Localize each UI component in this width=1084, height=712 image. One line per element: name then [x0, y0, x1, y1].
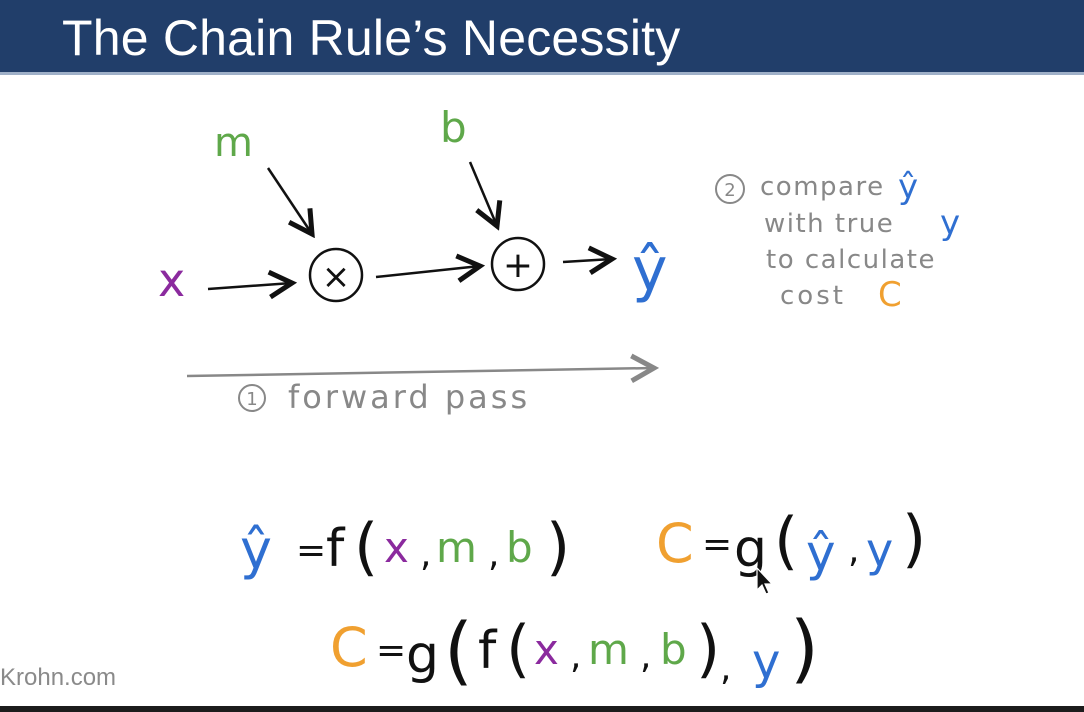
eq1-comma-1: ,	[420, 534, 431, 575]
compare-cost-c: C	[878, 275, 902, 315]
eq1-equals: =	[296, 530, 326, 571]
arrow-multiply-to-add	[375, 266, 480, 277]
eq2-open-paren: (	[774, 504, 798, 577]
eq3-lhs-c: C	[330, 616, 368, 679]
forward-pass-label: forward pass	[288, 378, 530, 416]
step-2-number: 2	[724, 180, 735, 201]
graph-param-m: m	[214, 120, 253, 166]
eq3-comma-1: ,	[570, 636, 581, 677]
eq1-function-f: f	[326, 519, 346, 579]
eq2-arg-yhat: ŷ	[806, 524, 836, 582]
eq1-close-paren: )	[546, 510, 570, 583]
eq2-equals: =	[702, 524, 732, 565]
graph-input-x: x	[158, 253, 185, 307]
computational-graph: x m × b + ŷ	[158, 103, 668, 307]
eq2-comma: ,	[848, 530, 859, 571]
arrow-b-to-add	[468, 161, 497, 226]
compare-line-3: to calculate	[766, 245, 936, 275]
compare-line-4: cost	[780, 281, 846, 311]
eq3-inner-function-f: f	[478, 621, 498, 681]
compare-line-2: with true	[764, 209, 894, 239]
eq3-inner-close-paren: )	[696, 612, 720, 685]
eq3-arg-x: x	[534, 625, 559, 674]
eq1-lhs-yhat: ŷ	[240, 518, 272, 581]
eq1-arg-m: m	[436, 523, 477, 572]
diagram-canvas: x m × b + ŷ 1 forward pass 2 compare ŷ w…	[158, 103, 960, 694]
eq3-comma-3: ,	[720, 648, 731, 689]
add-node-symbol: +	[503, 245, 533, 286]
multiply-node-symbol: ×	[322, 257, 351, 297]
eq3-arg-y: y	[752, 634, 780, 690]
eq3-inner-open-paren: (	[506, 612, 530, 685]
eq3-arg-m: m	[588, 625, 629, 674]
eq3-comma-2: ,	[640, 636, 651, 677]
forward-pass-arrow	[186, 368, 654, 376]
eq2-close-paren: )	[902, 502, 926, 575]
eq1-open-paren: (	[354, 510, 378, 583]
compare-true-y: y	[940, 203, 960, 243]
eq3-equals: =	[376, 630, 406, 671]
eq3-open-paren: (	[444, 608, 473, 694]
compare-note: 2 compare ŷ with true y to calculate cos…	[715, 167, 960, 315]
compare-yhat: ŷ	[898, 167, 918, 207]
eq1-arg-b: b	[506, 523, 533, 572]
arrow-x-to-multiply	[207, 283, 292, 289]
step-1-number: 1	[246, 389, 257, 410]
equation-cost: C = g ( ŷ , y )	[656, 502, 926, 582]
bottom-edge-bar	[0, 706, 1084, 712]
forward-pass-annotation: 1 forward pass	[186, 368, 654, 416]
graph-output-yhat: ŷ	[632, 235, 668, 305]
eq3-arg-b: b	[660, 625, 687, 674]
eq1-comma-2: ,	[488, 534, 499, 575]
eq1-arg-x: x	[384, 523, 409, 572]
eq2-lhs-c: C	[656, 512, 694, 575]
graph-param-b: b	[440, 103, 467, 152]
compare-line-1: compare	[760, 172, 885, 202]
arrow-add-to-output	[562, 259, 612, 262]
eq3-close-paren: )	[790, 606, 819, 692]
eq3-function-g: g	[406, 625, 439, 685]
watermark-krohn: Krohn.com	[0, 664, 117, 691]
equation-yhat: ŷ = f ( x , m , b )	[240, 510, 570, 583]
arrow-m-to-multiply	[266, 167, 312, 234]
eq2-arg-y: y	[866, 523, 893, 577]
eq2-function-g: g	[734, 519, 767, 579]
equation-composed: C = g ( f ( x , m , b ) , y )	[330, 606, 819, 694]
